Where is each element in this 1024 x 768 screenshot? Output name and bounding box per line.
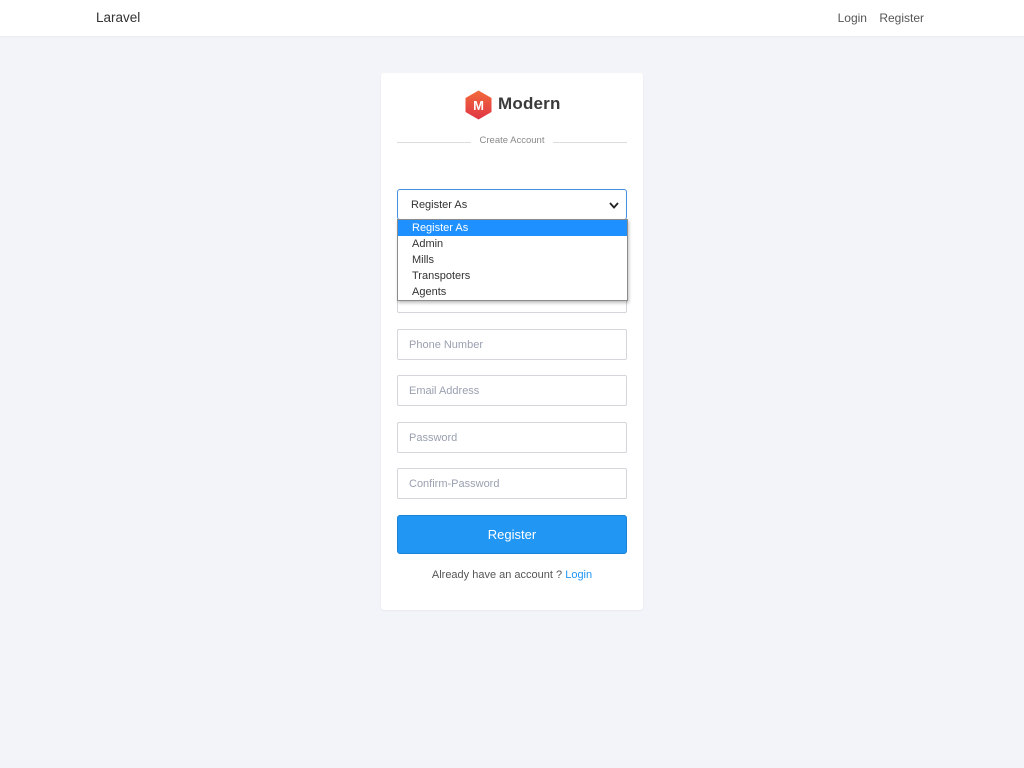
brand-link[interactable]: Laravel	[96, 10, 140, 25]
email-address-input[interactable]: Email Address	[397, 375, 627, 406]
logo-letter: M	[473, 98, 484, 113]
chevron-down-icon	[609, 202, 619, 209]
register-as-dropdown[interactable]: Register As Admin Mills Transpoters Agen…	[397, 219, 628, 301]
option-transpoters[interactable]: Transpoters	[398, 268, 627, 284]
login-link[interactable]: Login	[565, 569, 592, 581]
nav-register-link[interactable]: Register	[879, 11, 924, 25]
divider-label: Create Account	[479, 135, 545, 146]
nav-links: Login Register	[829, 11, 924, 25]
top-navbar: Laravel Login Register	[0, 0, 1024, 36]
option-agents[interactable]: Agents	[398, 284, 627, 300]
register-card: M Modern Create Account Register As Phon…	[381, 73, 643, 610]
logo: M Modern	[381, 89, 643, 121]
nav-login-link[interactable]: Login	[838, 11, 867, 25]
register-as-value: Register As	[411, 199, 468, 211]
logo-hex-icon: M	[465, 90, 492, 120]
option-admin[interactable]: Admin	[398, 236, 627, 252]
login-prompt: Already have an account ? Login	[381, 569, 643, 581]
option-mills[interactable]: Mills	[398, 252, 627, 268]
logo-text: Modern	[498, 94, 561, 113]
option-register-as[interactable]: Register As	[398, 220, 627, 236]
create-account-divider: Create Account	[397, 135, 627, 149]
phone-number-input[interactable]: Phone Number	[397, 329, 627, 360]
confirm-password-input[interactable]: Confirm-Password	[397, 468, 627, 499]
register-as-select[interactable]: Register As	[397, 189, 627, 220]
password-input[interactable]: Password	[397, 422, 627, 453]
register-button[interactable]: Register	[397, 515, 627, 554]
login-prompt-text: Already have an account ?	[431, 569, 563, 581]
